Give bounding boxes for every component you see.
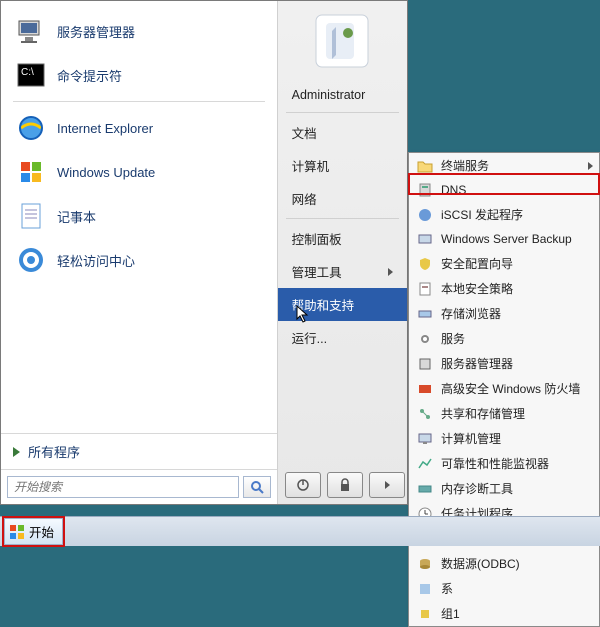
firewall-icon (417, 381, 433, 397)
search-button[interactable] (243, 476, 271, 498)
start-right-pane: Administrator 文档 计算机 网络 控制面板 管理工具 帮助和支持 … (278, 1, 407, 504)
all-programs[interactable]: 所有程序 (1, 433, 277, 469)
search-icon (249, 479, 265, 495)
shield-icon (417, 256, 433, 272)
pinned-ease-access[interactable]: 轻松访问中心 (7, 238, 271, 282)
menu-network[interactable]: 网络 (278, 182, 407, 215)
pinned-label: 服务器管理器 (57, 22, 135, 41)
menu-control-panel[interactable]: 控制面板 (278, 222, 407, 255)
svg-text:C:\: C:\ (21, 67, 34, 78)
pinned-ie[interactable]: Internet Explorer (7, 106, 271, 150)
cmd-prompt-icon: C:\ (15, 59, 47, 91)
sub-odbc[interactable]: 数据源(ODBC) (409, 551, 599, 576)
pinned-windows-update[interactable]: Windows Update (7, 150, 271, 194)
policy-icon (417, 281, 433, 297)
triangle-right-icon (13, 447, 20, 457)
folder-icon (417, 158, 433, 174)
search-input[interactable] (7, 476, 239, 498)
sub-share-storage[interactable]: 共享和存储管理 (409, 401, 599, 426)
dns-icon (417, 182, 433, 198)
server-manager-icon (15, 15, 47, 47)
sub-dns[interactable]: DNS (409, 178, 599, 202)
sub-server-manager[interactable]: 服务器管理器 (409, 351, 599, 376)
chevron-right-icon (385, 481, 390, 489)
database-icon (417, 556, 433, 572)
sub-services[interactable]: 服务 (409, 326, 599, 351)
notepad-icon (15, 200, 47, 232)
pinned-server-manager[interactable]: 服务器管理器 (7, 9, 271, 53)
divider (13, 101, 265, 102)
gear-icon (417, 331, 433, 347)
windows-update-icon (15, 156, 47, 188)
user-name[interactable]: Administrator (278, 81, 407, 109)
pinned-label: Internet Explorer (57, 121, 153, 136)
pinned-notepad[interactable]: 记事本 (7, 194, 271, 238)
menu-run[interactable]: 运行... (278, 321, 407, 354)
sub-terminal-services[interactable]: 终端服务 (409, 153, 599, 178)
power-button[interactable] (285, 472, 321, 498)
all-programs-label: 所有程序 (28, 442, 80, 461)
pinned-cmd[interactable]: C:\ 命令提示符 (7, 53, 271, 97)
ease-access-icon (15, 244, 47, 276)
sub-security-config[interactable]: 安全配置向导 (409, 251, 599, 276)
sub-iscsi[interactable]: iSCSI 发起程序 (409, 202, 599, 227)
menu-help-support[interactable]: 帮助和支持 (278, 288, 407, 321)
sub-system-tools[interactable]: 系 (409, 576, 599, 601)
backup-icon (417, 231, 433, 247)
server-icon (417, 356, 433, 372)
sub-firewall[interactable]: 高级安全 Windows 防火墙 (409, 376, 599, 401)
pinned-label: Windows Update (57, 165, 155, 180)
separator (286, 218, 399, 219)
separator (286, 112, 399, 113)
sub-memory-diag[interactable]: 内存诊断工具 (409, 476, 599, 501)
iscsi-icon (417, 207, 433, 223)
admin-tools-submenu: 终端服务 DNS iSCSI 发起程序 Windows Server Backu… (408, 152, 600, 627)
start-button-highlight: 开始 (2, 516, 65, 547)
sub-local-security[interactable]: 本地安全策略 (409, 276, 599, 301)
menu-computer[interactable]: 计算机 (278, 149, 407, 182)
shutdown-options-button[interactable] (369, 472, 405, 498)
power-buttons (285, 472, 405, 498)
memory-icon (417, 481, 433, 497)
start-left-pane: 服务器管理器 C:\ 命令提示符 Internet Explorer Wi (1, 1, 278, 504)
share-icon (417, 406, 433, 422)
menu-admin-tools[interactable]: 管理工具 (278, 255, 407, 288)
pinned-label: 命令提示符 (57, 66, 122, 85)
lock-button[interactable] (327, 472, 363, 498)
system-icon (417, 581, 433, 597)
pinned-label: 轻松访问中心 (57, 251, 135, 270)
cube-icon (417, 606, 433, 622)
windows-logo-icon (9, 524, 25, 540)
sub-storage-explorer[interactable]: 存储浏览器 (409, 301, 599, 326)
sub-group-policy[interactable]: 组1 (409, 601, 599, 626)
pinned-label: 记事本 (57, 207, 96, 226)
sub-computer-mgmt[interactable]: 计算机管理 (409, 426, 599, 451)
storage-icon (417, 306, 433, 322)
chevron-right-icon (388, 268, 393, 276)
start-label: 开始 (29, 522, 54, 541)
sub-backup[interactable]: Windows Server Backup (409, 227, 599, 251)
search-row (1, 469, 277, 504)
taskbar: 开始 (0, 516, 600, 546)
sub-perf-monitor[interactable]: 可靠性和性能监视器 (409, 451, 599, 476)
start-menu: 服务器管理器 C:\ 命令提示符 Internet Explorer Wi (0, 0, 408, 505)
chart-icon (417, 456, 433, 472)
ie-icon (15, 112, 47, 144)
menu-documents[interactable]: 文档 (278, 116, 407, 149)
pinned-programs: 服务器管理器 C:\ 命令提示符 Internet Explorer Wi (1, 1, 277, 433)
chevron-right-icon (588, 162, 593, 170)
user-picture[interactable] (278, 1, 407, 81)
monitor-icon (417, 431, 433, 447)
start-button[interactable]: 开始 (4, 518, 63, 545)
